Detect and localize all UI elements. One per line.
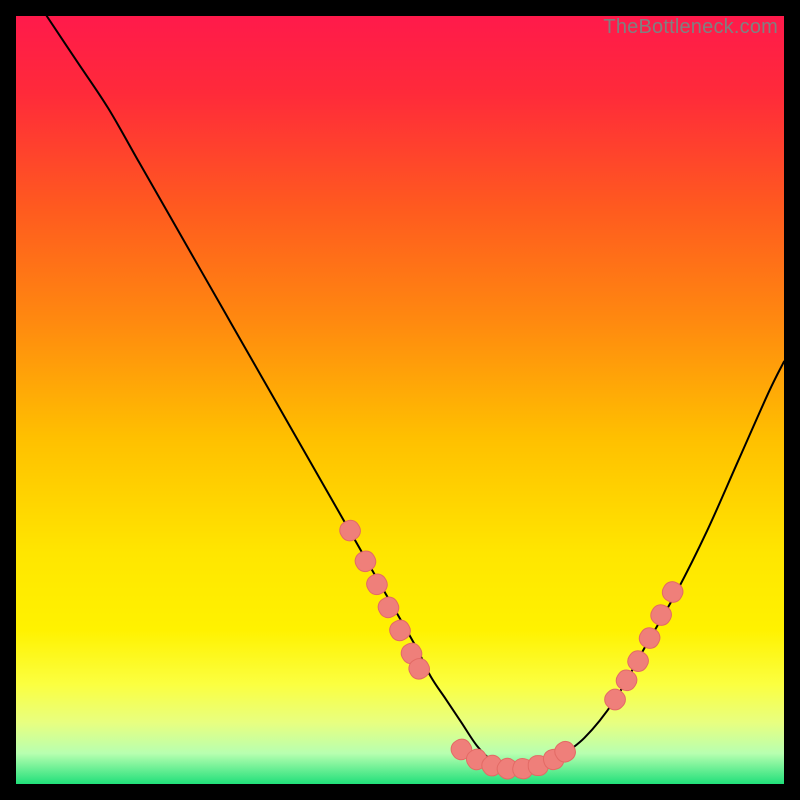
gradient-background bbox=[16, 16, 784, 784]
bottleneck-chart bbox=[16, 16, 784, 784]
watermark-text: TheBottleneck.com bbox=[603, 16, 778, 39]
chart-frame: TheBottleneck.com bbox=[16, 16, 784, 784]
